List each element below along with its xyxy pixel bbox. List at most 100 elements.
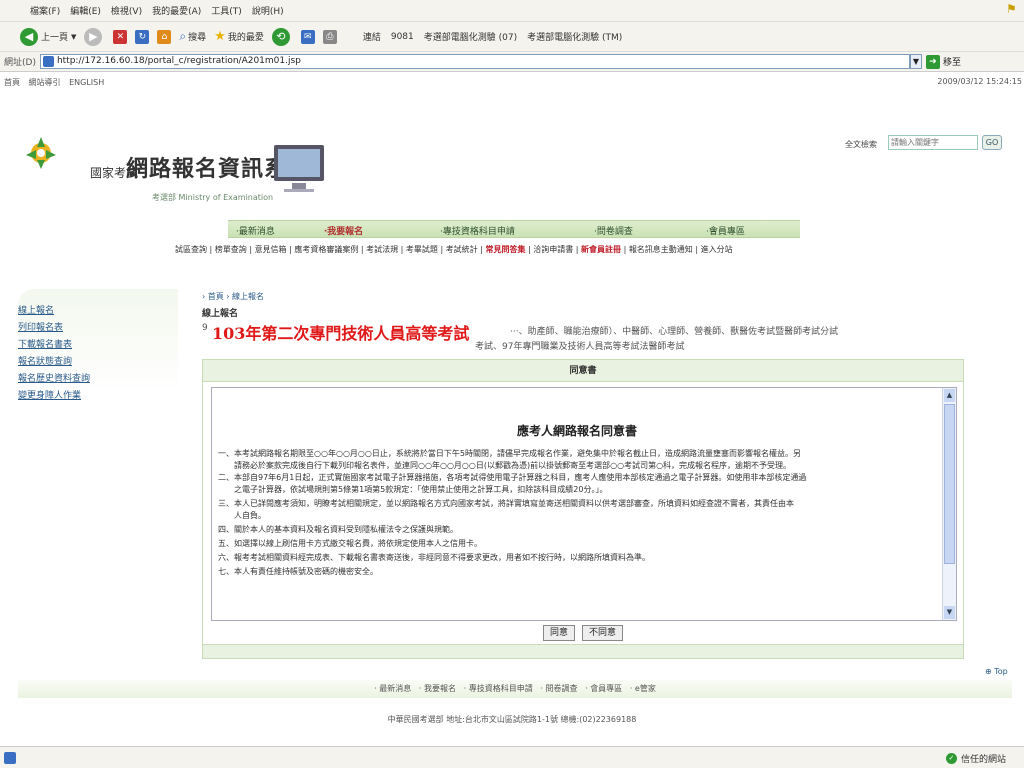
back-to-top-link[interactable]: ⊕ Top xyxy=(985,667,1008,676)
top-link-english[interactable]: ENGLISH xyxy=(69,78,104,87)
footer-link-latest-news[interactable]: ‧ 最新消息 xyxy=(374,684,411,693)
nav-member-area[interactable]: ‧會員專區 xyxy=(706,224,745,237)
exam-list-line-2: 考試、97年專門職業及技術人員高等考試法醫師考試 xyxy=(475,342,685,352)
agreement-clause: 四、關於本人的基本資料及報名資料受到隱私權法令之保護與規範。 xyxy=(218,525,458,534)
back-button[interactable]: ◀ 上一頁 ▼ xyxy=(20,27,76,46)
nav-register[interactable]: ‧我要報名 xyxy=(324,224,363,237)
subnav-separator: | xyxy=(398,245,406,254)
link-cbt-tm[interactable]: 考選部電腦化測驗 (TM) xyxy=(527,30,622,43)
sidebar-item-history-query[interactable]: 報名歷史資料查詢 xyxy=(18,371,90,384)
agreement-panel-footer xyxy=(203,644,963,658)
menu-file[interactable]: 檔案(F) xyxy=(30,4,60,17)
printer-icon: ⎙ xyxy=(322,29,337,44)
magnifier-icon: ⌕ xyxy=(179,29,187,43)
agreement-clause: 七、本人有責任維持帳號及密碼的機密安全。 xyxy=(218,567,378,576)
scroll-thumb[interactable] xyxy=(944,404,955,564)
sidebar: 線上報名 列印報名表 下載報名書表 報名狀態查詢 報名歷史資料查詢 變更身障人作… xyxy=(18,289,178,639)
stop-icon: ✕ xyxy=(113,29,128,44)
subnav-separator: | xyxy=(621,245,629,254)
menu-tools[interactable]: 工具(T) xyxy=(211,4,242,17)
nav-qualification-apply[interactable]: ‧專技資格科目申請 xyxy=(440,224,515,237)
url-input[interactable]: http://172.16.60.18/portal_c/registratio… xyxy=(39,54,910,69)
agreement-textbox[interactable]: 應考人網路報名同意書 一、本考試網路報名期限至○○年○○月○○日止，系統將於當日… xyxy=(211,387,957,621)
subnav-item[interactable]: 常見問答集 xyxy=(485,245,525,254)
footer-link-qualification[interactable]: ‧ 專技資格科目申請 xyxy=(464,684,533,693)
subnav-item[interactable]: 報名訊息主動通知 xyxy=(629,245,693,254)
go-button[interactable]: ➜ 移至 xyxy=(925,54,961,69)
browser-toolbar: ◀ 上一頁 ▼ ▶ ✕ ↻ ⌂ ⌕ 搜尋 ★ 我的最愛 ⟲ ✉ ⎙ 連結 908… xyxy=(0,22,1024,52)
star-icon: ★ xyxy=(214,29,226,44)
menu-view[interactable]: 檢視(V) xyxy=(111,4,142,17)
back-arrow-icon: ◀ xyxy=(20,27,38,46)
favorites-button[interactable]: ★ 我的最愛 xyxy=(214,29,264,44)
current-datetime: 2009/03/12 15:24:15 xyxy=(937,77,1022,86)
menu-edit[interactable]: 編輯(E) xyxy=(70,4,101,17)
footer-nav: ‧ 最新消息 ‧ 我要報名 ‧ 專技資格科目申請 ‧ 問卷調查 ‧ 會員專區 ‧… xyxy=(18,680,1012,698)
subnav-item[interactable]: 意見信箱 xyxy=(255,245,287,254)
sidebar-item-online-register[interactable]: 線上報名 xyxy=(18,303,54,316)
subnav-item[interactable]: 試區查詢 xyxy=(175,245,207,254)
computer-monitor-icon xyxy=(274,145,324,192)
sidebar-item-status-query[interactable]: 報名狀態查詢 xyxy=(18,354,72,367)
subnav-item[interactable]: 新會員註冊 xyxy=(581,245,621,254)
link-cbt-07[interactable]: 考選部電腦化測驗 (07) xyxy=(424,30,517,43)
browser-statusbar: ✓ 信任的網站 xyxy=(0,746,1024,768)
search-button[interactable]: ⌕ 搜尋 xyxy=(179,29,206,44)
print-button[interactable]: ⎙ xyxy=(322,29,337,44)
sidebar-item-download-forms[interactable]: 下載報名書表 xyxy=(18,337,72,350)
agree-button[interactable]: 同意 xyxy=(543,625,576,641)
link-9081[interactable]: 9081 xyxy=(391,32,414,42)
home-button[interactable]: ⌂ xyxy=(157,29,172,44)
refresh-icon: ↻ xyxy=(135,29,150,44)
agreement-panel: 同意書 應考人網路報名同意書 一、本考試網路報名期限至○○年○○月○○日止，系統… xyxy=(202,359,964,659)
menu-help[interactable]: 說明(H) xyxy=(252,4,284,17)
exam-list-line-1: ‧‧‧、助產師、職能治療師）、中醫師、心理師、營養師、獸醫佐考試暨醫師考試分試 xyxy=(510,327,839,337)
history-icon: ⟲ xyxy=(271,27,290,46)
check-icon: ✓ xyxy=(945,753,957,764)
exam-title-overlay: 103年第二次專門技術人員高等考試 xyxy=(212,324,470,343)
agreement-buttons: 同意 不同意 xyxy=(203,625,963,641)
footer-link-e-steward[interactable]: ‧ e管家 xyxy=(630,684,656,693)
forward-arrow-icon: ▶ xyxy=(84,27,103,46)
agreement-clause: 請務必於案款完成後自行下載列印報名表件，並連同○○年○○月○○日(以郵戳為憑)前… xyxy=(218,461,792,470)
subnav-item[interactable]: 洽詢申請書 xyxy=(533,245,573,254)
top-link-sitemap[interactable]: 網站導引 xyxy=(29,78,61,87)
forward-button[interactable]: ▶ xyxy=(84,27,105,46)
stop-button[interactable]: ✕ xyxy=(113,29,128,44)
subnav-separator: | xyxy=(207,245,215,254)
sidebar-item-print-form[interactable]: 列印報名表 xyxy=(18,320,63,333)
subnav-item[interactable]: 考試法規 xyxy=(366,245,398,254)
subnav-separator: | xyxy=(358,245,367,254)
scroll-down-arrow-icon[interactable]: ▼ xyxy=(944,606,955,619)
agreement-panel-header: 同意書 xyxy=(203,360,963,382)
history-button[interactable]: ⟲ xyxy=(271,27,293,46)
url-dropdown-button[interactable]: ▼ xyxy=(909,54,922,69)
scroll-up-arrow-icon[interactable]: ▲ xyxy=(944,389,955,402)
top-link-home[interactable]: 首頁 xyxy=(4,78,20,87)
subnav-item[interactable]: 考畢試題 xyxy=(406,245,438,254)
nav-latest-news[interactable]: ‧最新消息 xyxy=(236,224,275,237)
subnav-item[interactable]: 榜單查詢 xyxy=(215,245,247,254)
subnav-item[interactable]: 考試統計 xyxy=(446,245,478,254)
go-arrow-icon: ➜ xyxy=(925,54,940,69)
breadcrumb[interactable]: › 首頁 › 線上報名 xyxy=(202,291,264,302)
fulltext-search-input[interactable] xyxy=(888,135,978,150)
agreement-clause: 五、如選擇以線上刷信用卡方式繳交報名費，將依規定使用本人之信用卡。 xyxy=(218,539,482,548)
subnav-item[interactable]: 進入分站 xyxy=(701,245,733,254)
browser-menubar: 檔案(F) 編輯(E) 檢視(V) 我的最愛(A) 工具(T) 說明(H) ⚑ xyxy=(0,0,1024,22)
search-go-button[interactable]: GO xyxy=(982,135,1002,150)
mail-button[interactable]: ✉ xyxy=(300,29,315,44)
refresh-button[interactable]: ↻ xyxy=(135,29,150,44)
footer-link-survey[interactable]: ‧ 問卷調查 xyxy=(540,684,577,693)
agreement-scrollbar[interactable]: ▲ ▼ xyxy=(942,388,956,620)
up-arrow-icon: ⊕ xyxy=(985,667,992,676)
disagree-button[interactable]: 不同意 xyxy=(581,625,623,641)
menu-favorites[interactable]: 我的最愛(A) xyxy=(152,4,201,17)
footer-address: 中華民國考選部 地址:台北市文山區試院路1-1號 總機:(02)22369188 xyxy=(387,715,637,724)
footer-link-register[interactable]: ‧ 我要報名 xyxy=(419,684,456,693)
sidebar-item-disability-change[interactable]: 變更身障人作業 xyxy=(18,388,81,401)
footer-link-member[interactable]: ‧ 會員專區 xyxy=(585,684,622,693)
nav-survey[interactable]: ‧問卷調查 xyxy=(594,224,633,237)
exam-ministry-logo-icon xyxy=(26,137,56,169)
subnav-item[interactable]: 應考資格審議案例 xyxy=(294,245,358,254)
